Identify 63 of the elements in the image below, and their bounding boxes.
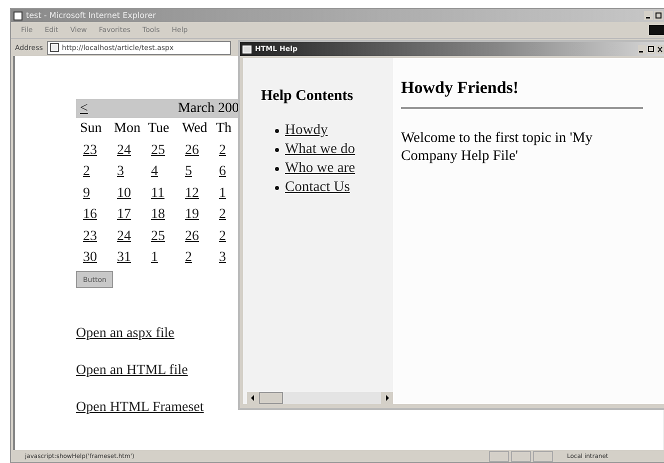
day-link[interactable]: 1 [144,247,178,268]
page-link[interactable]: Open an aspx file [76,326,174,342]
page-icon [13,10,23,20]
previous-month-link[interactable]: < [80,100,88,116]
weekday-label: Sun [79,120,103,138]
month-title: March 200 [178,100,239,116]
day-link[interactable]: 26 [178,226,212,247]
day-link[interactable]: 23 [76,140,110,161]
day-link[interactable]: 3 [212,247,232,268]
day-link[interactable]: 12 [178,182,212,204]
day-link[interactable]: 2 [76,161,110,182]
topic-link[interactable]: Contact Us [285,178,350,197]
day-link[interactable]: 25 [144,140,178,161]
topic-link[interactable]: Who we are [285,159,356,178]
scroll-thumb[interactable] [259,392,283,404]
day-link[interactable]: 24 [110,140,144,161]
day-link[interactable]: 23 [76,226,110,247]
day-link[interactable]: 19 [178,204,212,226]
day-link[interactable]: 24 [110,226,144,247]
weekday-label: Wed [181,120,208,138]
horizontal-scrollbar[interactable] [247,392,393,404]
day-link[interactable]: 3 [110,161,144,182]
topic-link[interactable]: Howdy [285,121,328,140]
day-link[interactable]: 10 [110,182,144,204]
day-link[interactable]: 5 [178,161,212,182]
minimize-icon[interactable] [644,11,653,20]
minimize-icon[interactable] [638,44,646,54]
page-link[interactable]: Open an HTML file [76,363,188,379]
close-icon[interactable] [656,44,664,54]
help-icon [242,44,252,54]
topic-text: Welcome to the first topic in 'My Company Help File' [401,129,594,165]
day-link[interactable]: 16 [76,204,110,226]
status-panel [511,450,531,462]
day-link[interactable]: 25 [144,226,178,247]
day-link[interactable]: 9 [76,182,110,204]
window-title: test - Microsoft Internet Explorer [26,11,156,20]
day-link[interactable]: 17 [110,204,144,226]
contents-title: Help Contents [261,88,354,105]
weekday-label: Tue [147,120,170,138]
day-link[interactable]: 2 [212,140,232,161]
day-link[interactable]: 2 [212,204,232,226]
day-link[interactable]: 18 [144,204,178,226]
page-link[interactable]: Open HTML Frameset [76,400,204,416]
scroll-left-icon[interactable] [247,392,259,404]
day-link[interactable]: 2 [178,247,212,268]
day-link[interactable]: 26 [178,140,212,161]
day-link[interactable]: 1 [212,182,232,204]
day-link[interactable]: 30 [76,247,110,268]
topic-link[interactable]: What we do [285,140,356,159]
scroll-right-icon[interactable] [381,392,393,404]
weekday-label: Mon [113,120,142,138]
status-panel [489,450,509,462]
status-panel [533,450,553,462]
day-link[interactable]: 4 [144,161,178,182]
maximize-icon[interactable] [647,44,655,54]
day-link[interactable]: 6 [212,161,232,182]
day-link[interactable]: 2 [212,226,232,247]
day-link[interactable]: 11 [144,182,178,204]
topic-heading: Howdy Friends! [401,78,520,98]
maximize-icon[interactable] [654,11,663,20]
page-icon [50,43,59,52]
weekday-label: Th [215,120,232,138]
day-link[interactable]: 31 [110,247,144,268]
